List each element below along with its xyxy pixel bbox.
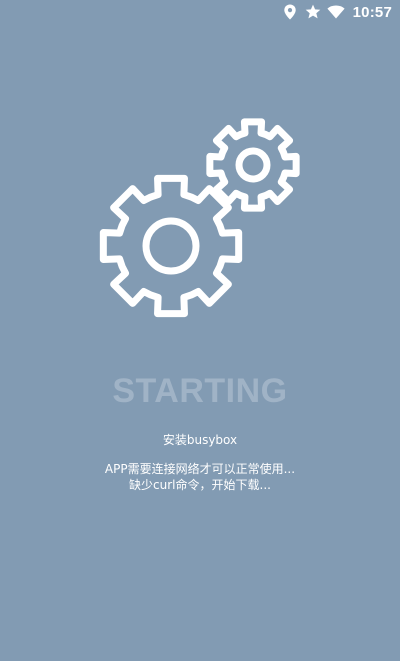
large-gear-icon [99,174,243,318]
page-title: STARTING [112,372,288,410]
message-line-download: 缺少curl命令，开始下载... [129,478,271,492]
status-bar: 10:57 [0,0,400,24]
gear-hole [142,217,200,275]
location-icon [281,3,299,21]
gears-icon [99,118,300,318]
status-time: 10:57 [352,3,392,21]
star-icon [304,3,322,21]
status-message: APP需要连接网络才可以正常使用... 缺少curl命令，开始下载... [0,461,400,493]
wifi-icon [327,3,345,21]
gear-body [206,118,300,212]
small-gear-icon [206,118,300,212]
message-line-network: APP需要连接网络才可以正常使用... [104,462,296,476]
install-step-text: 安装busybox [162,433,238,447]
gear-body [99,174,243,318]
gear-hole [235,147,271,183]
